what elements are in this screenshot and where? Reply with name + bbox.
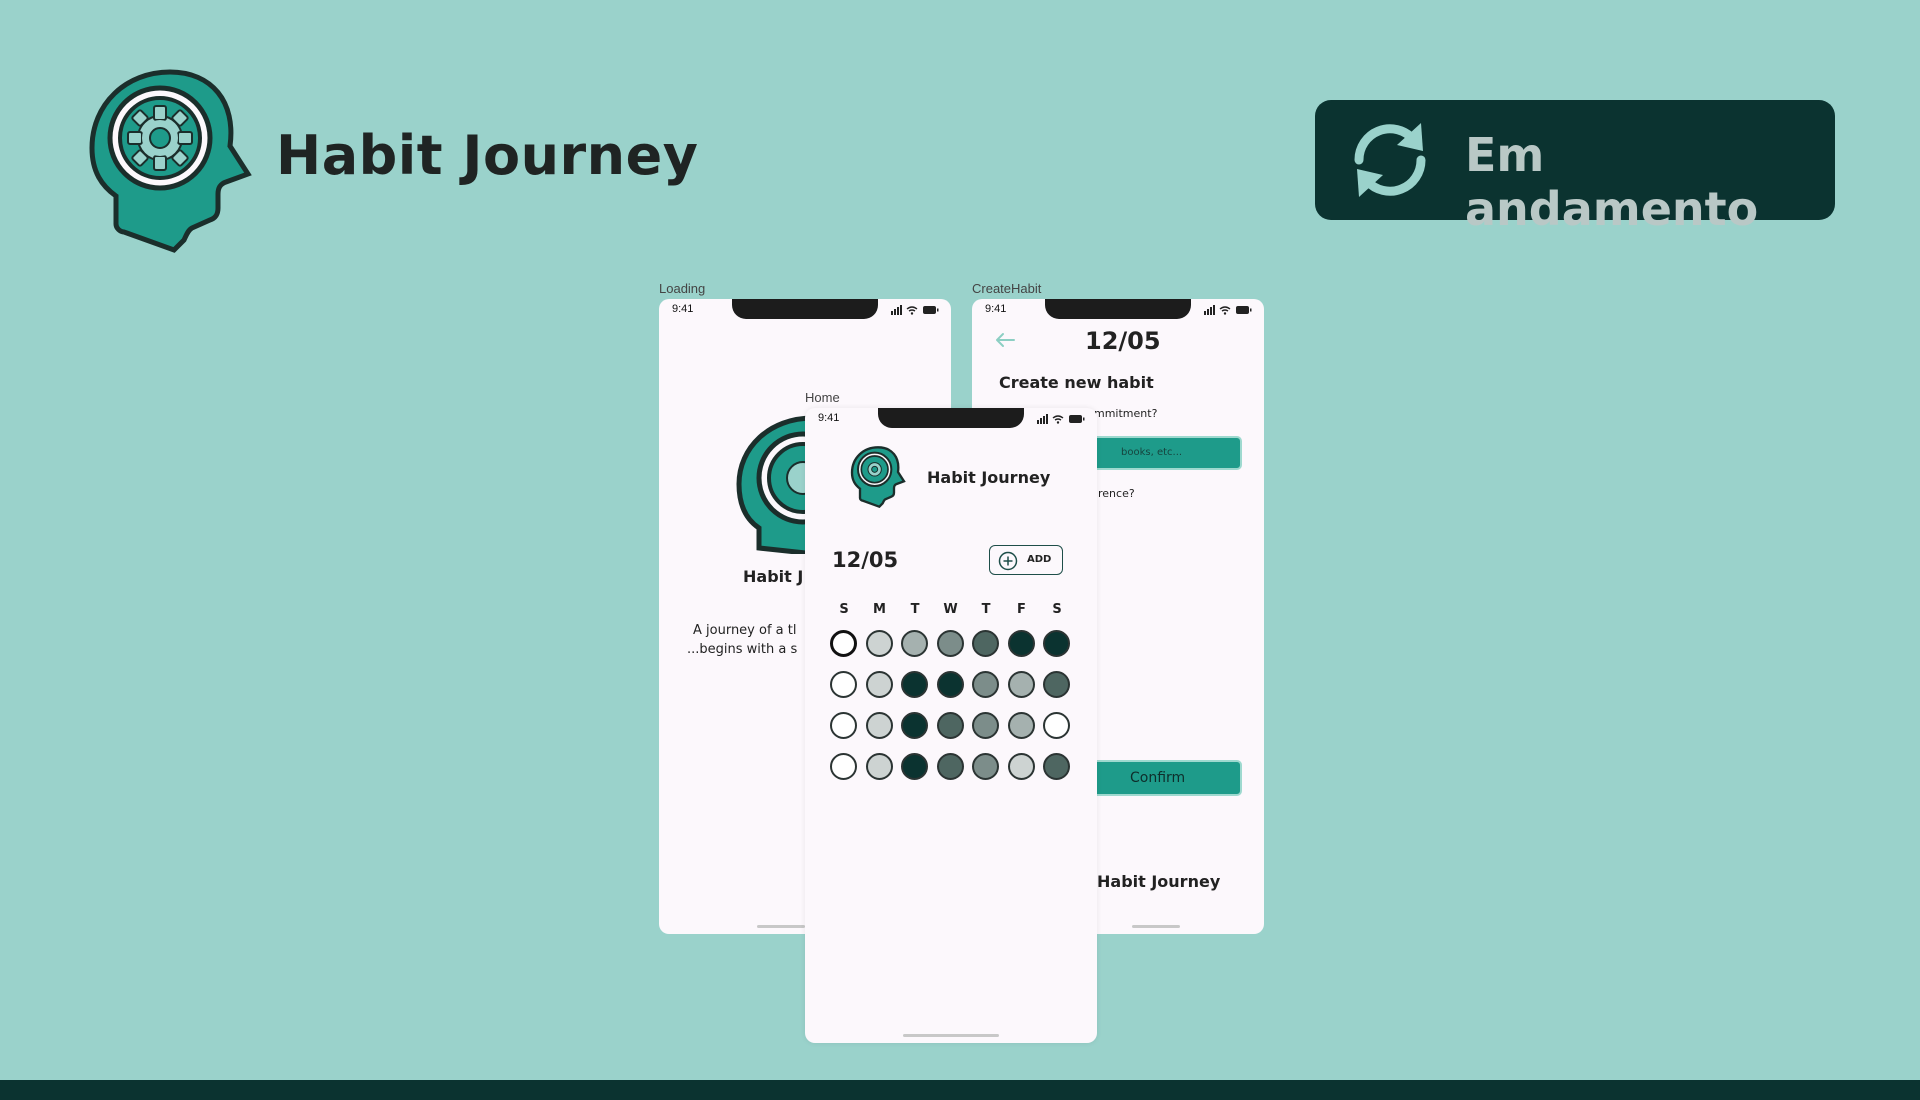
status-icons <box>1204 305 1252 315</box>
plus-circle-icon <box>998 551 1018 571</box>
frame-label-home: Home <box>805 390 840 405</box>
habit-day-dot[interactable] <box>830 712 857 739</box>
head-gear-icon <box>850 446 906 508</box>
weekday-label: F <box>1017 602 1026 617</box>
home-indicator <box>903 1034 999 1037</box>
habit-day-dot[interactable] <box>1043 671 1070 698</box>
status-time: 9:41 <box>672 303 694 315</box>
notch <box>1045 299 1191 319</box>
bottom-bar <box>0 1080 1920 1100</box>
status-icons <box>891 305 939 315</box>
weekday-label: T <box>981 602 991 617</box>
frame-label-loading: Loading <box>659 281 706 296</box>
notch <box>732 299 878 319</box>
habit-day-dot[interactable] <box>1007 671 1035 698</box>
head-gear-icon <box>89 69 252 253</box>
habit-day-dot[interactable] <box>1043 753 1070 780</box>
habit-day-dot[interactable] <box>830 630 857 657</box>
home-app-name: Habit Journey <box>927 468 1051 487</box>
home-indicator <box>1132 925 1180 928</box>
habit-day-dot[interactable] <box>1043 630 1070 657</box>
weekday-label: W <box>943 602 958 617</box>
habit-input-placeholder: books, etc... <box>1121 447 1183 458</box>
status-icons <box>1037 414 1085 424</box>
add-label: ADD <box>1027 554 1052 565</box>
habit-day-dot[interactable] <box>972 671 999 698</box>
create-date: 12/05 <box>1085 327 1161 355</box>
habit-day-dot[interactable] <box>936 671 964 698</box>
recurrence-question: rence? <box>1098 487 1135 500</box>
weekday-label: S <box>839 602 849 617</box>
head-gear-icon <box>736 415 815 554</box>
create-footer-text: Habit Journey <box>1097 872 1221 891</box>
habit-day-dot[interactable] <box>830 753 857 780</box>
habit-day-dot[interactable] <box>865 712 893 739</box>
habit-day-dot[interactable] <box>1007 753 1035 780</box>
status-time: 9:41 <box>985 303 1007 315</box>
create-heading: Create new habit <box>999 373 1154 392</box>
habit-day-dot[interactable] <box>830 671 857 698</box>
status-label: Em andamento <box>1465 128 1759 236</box>
frame-label-create: CreateHabit <box>972 281 1042 296</box>
weekday-label: M <box>873 602 886 617</box>
sync-icon <box>1354 123 1426 197</box>
habit-day-dot[interactable] <box>972 753 999 780</box>
home-screen: 9:41 Habit Journey 12/05 ADD S M T W T F S <box>805 408 1097 1043</box>
habit-day-dot[interactable] <box>901 671 928 698</box>
habit-day-dot[interactable] <box>936 753 964 780</box>
add-habit-button[interactable]: ADD <box>989 545 1063 575</box>
home-indicator <box>757 925 805 928</box>
recurrence-question-text: rence? <box>1098 487 1135 500</box>
habit-day-dot[interactable] <box>1043 712 1070 739</box>
weekday-label: S <box>1052 602 1062 617</box>
habit-day-dot[interactable] <box>1007 712 1035 739</box>
habit-day-dot[interactable] <box>865 630 893 657</box>
habit-day-dot[interactable] <box>936 630 964 657</box>
status-badge: Em andamento <box>1315 100 1835 236</box>
confirm-label: Confirm <box>1130 770 1186 786</box>
habit-day-dot[interactable] <box>1007 630 1035 657</box>
tagline-line-1: A journey of a tl <box>693 623 797 638</box>
habit-day-dot[interactable] <box>972 712 999 739</box>
commitment-question-text: mmitment? <box>1094 407 1158 420</box>
notch <box>878 408 1024 428</box>
commitment-question: mmitment? <box>1094 407 1157 420</box>
habit-day-dot[interactable] <box>936 712 964 739</box>
weekday-label: T <box>910 602 920 617</box>
home-date: 12/05 <box>832 548 899 572</box>
create-footer-title: Habit Journey <box>1097 872 1220 891</box>
arrow-left-icon[interactable] <box>994 332 1016 348</box>
loading-tagline: A journey of a tl ...begins with a s <box>687 621 797 659</box>
habit-day-dot[interactable] <box>901 712 928 739</box>
tagline-line-2: ...begins with a s <box>687 642 798 657</box>
habit-day-dot[interactable] <box>901 753 928 780</box>
app-title: Habit Journey <box>276 124 699 187</box>
loading-title: Habit J <box>743 567 804 586</box>
habit-day-dot[interactable] <box>865 753 893 780</box>
habit-day-dot[interactable] <box>865 671 893 698</box>
habit-day-dot[interactable] <box>901 630 928 657</box>
status-time: 9:41 <box>818 412 840 424</box>
habit-day-dot[interactable] <box>972 630 999 657</box>
